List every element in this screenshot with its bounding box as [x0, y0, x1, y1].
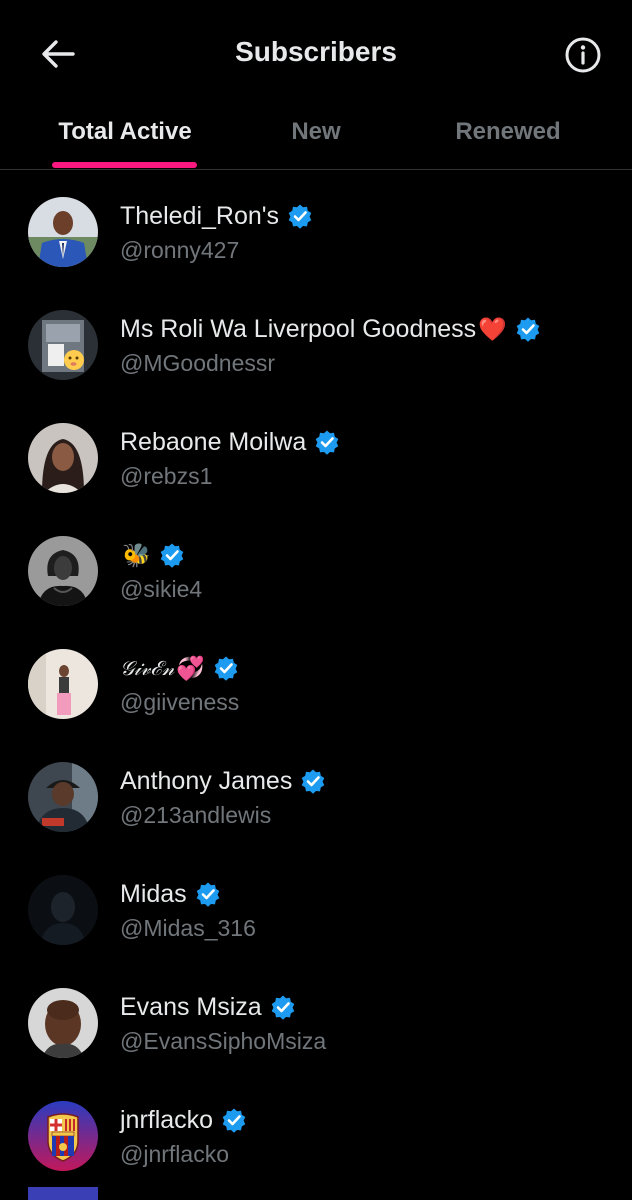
back-arrow-icon [42, 40, 75, 68]
avatar[interactable] [28, 875, 98, 945]
verified-badge-icon [271, 995, 295, 1020]
display-name-line: Ms Roli Wa Liverpool Goodness ❤️ [120, 313, 541, 345]
subscriber-row[interactable]: 🐝 @sikie4 [0, 509, 632, 622]
subscriber-row[interactable]: Ms Roli Wa Liverpool Goodness ❤️ @MGoodn… [0, 283, 632, 396]
user-handle: @jnrflacko [120, 1141, 229, 1167]
subscriber-row[interactable]: jnrflacko @jnrflacko [0, 1074, 632, 1187]
display-name-line: Theledi_Ron's [120, 200, 313, 232]
display-name-line: 🐝 [120, 539, 185, 571]
display-name-line: Anthony James [120, 765, 326, 797]
user-handle: @ronny427 [120, 237, 240, 263]
user-handle: @rebzs1 [120, 463, 213, 489]
user-handle: @213andlewis [120, 802, 272, 828]
verified-badge-icon [222, 1108, 246, 1133]
verified-badge-icon [160, 543, 183, 568]
avatar[interactable] [28, 762, 98, 832]
display-name: Ms Roli Wa Liverpool Goodness [120, 314, 477, 343]
display-name: Rebaone Moilwa [120, 427, 307, 456]
subscriber-row[interactable]: 𝒢𝒾𝓋ℰ𝓃 💞 @giiveness [0, 622, 632, 735]
verified-badge-icon [516, 317, 540, 342]
verified-badge-icon [288, 204, 312, 229]
back-button[interactable] [34, 32, 82, 76]
info-button[interactable] [560, 32, 606, 78]
user-handle: @EvansSiphoMsiza [120, 1028, 327, 1054]
verified-badge-icon [196, 882, 219, 907]
subscriber-row[interactable]: Theledi_Ron's @ronny427 [0, 170, 632, 283]
tab-total-active[interactable]: Total Active [40, 108, 210, 169]
heart-emoji-icon: ❤️ [478, 315, 507, 342]
user-handle: @giiveness [120, 689, 240, 715]
active-tab-indicator [52, 162, 197, 168]
subscriber-row[interactable]: Midas @Midas_316 [0, 848, 632, 961]
display-name: jnrflacko [120, 1105, 214, 1134]
user-handle: @sikie4 [120, 576, 203, 602]
display-name: Anthony James [120, 766, 293, 795]
tab-label: Renewed [455, 118, 561, 145]
display-name-line: jnrflacko [120, 1104, 247, 1136]
avatar[interactable] [28, 649, 98, 719]
subscriber-row[interactable]: Rebaone Moilwa @rebzs1 [0, 396, 632, 509]
tab-new[interactable]: New [250, 108, 382, 169]
avatar[interactable] [28, 1101, 98, 1171]
subscriber-row[interactable]: Evans Msiza @EvansSiphoMsiza [0, 961, 632, 1074]
top-app-bar: Subscribers [0, 0, 632, 108]
subscriber-row[interactable]: Anthony James @213andlewis [0, 735, 632, 848]
display-name: Midas [120, 879, 187, 908]
tab-renewed[interactable]: Renewed [430, 108, 586, 169]
tab-label: New [291, 118, 341, 145]
display-name: Evans Msiza [120, 992, 262, 1021]
tab-label: Total Active [58, 118, 192, 145]
display-name-line: 𝒢𝒾𝓋ℰ𝓃 💞 [120, 652, 239, 684]
avatar[interactable] [28, 988, 98, 1058]
verified-badge-icon [214, 656, 238, 681]
display-name-line: Rebaone Moilwa [120, 426, 340, 458]
verified-badge-icon [302, 769, 325, 794]
tab-bar: Total Active New Renewed [0, 108, 632, 170]
avatar[interactable] [28, 536, 98, 606]
subscriber-row-partial[interactable] [0, 1187, 632, 1200]
avatar[interactable] [28, 197, 98, 267]
display-name-line: Midas [120, 878, 221, 910]
display-name: 𝒢𝒾𝓋ℰ𝓃 [120, 656, 175, 680]
display-name-line: Evans Msiza [120, 991, 296, 1023]
two-hearts-emoji-icon: 💞 [176, 654, 205, 681]
avatar[interactable] [28, 310, 98, 380]
display-name: Theledi_Ron's [120, 201, 280, 230]
avatar[interactable] [28, 1187, 98, 1200]
bee-emoji-icon: 🐝 [122, 541, 151, 568]
info-icon [565, 37, 601, 73]
user-handle: @Midas_316 [120, 915, 256, 941]
verified-badge-icon [315, 430, 339, 455]
user-handle: @MGoodnessr [120, 350, 276, 376]
page-title: Subscribers [235, 36, 397, 67]
avatar[interactable] [28, 423, 98, 493]
